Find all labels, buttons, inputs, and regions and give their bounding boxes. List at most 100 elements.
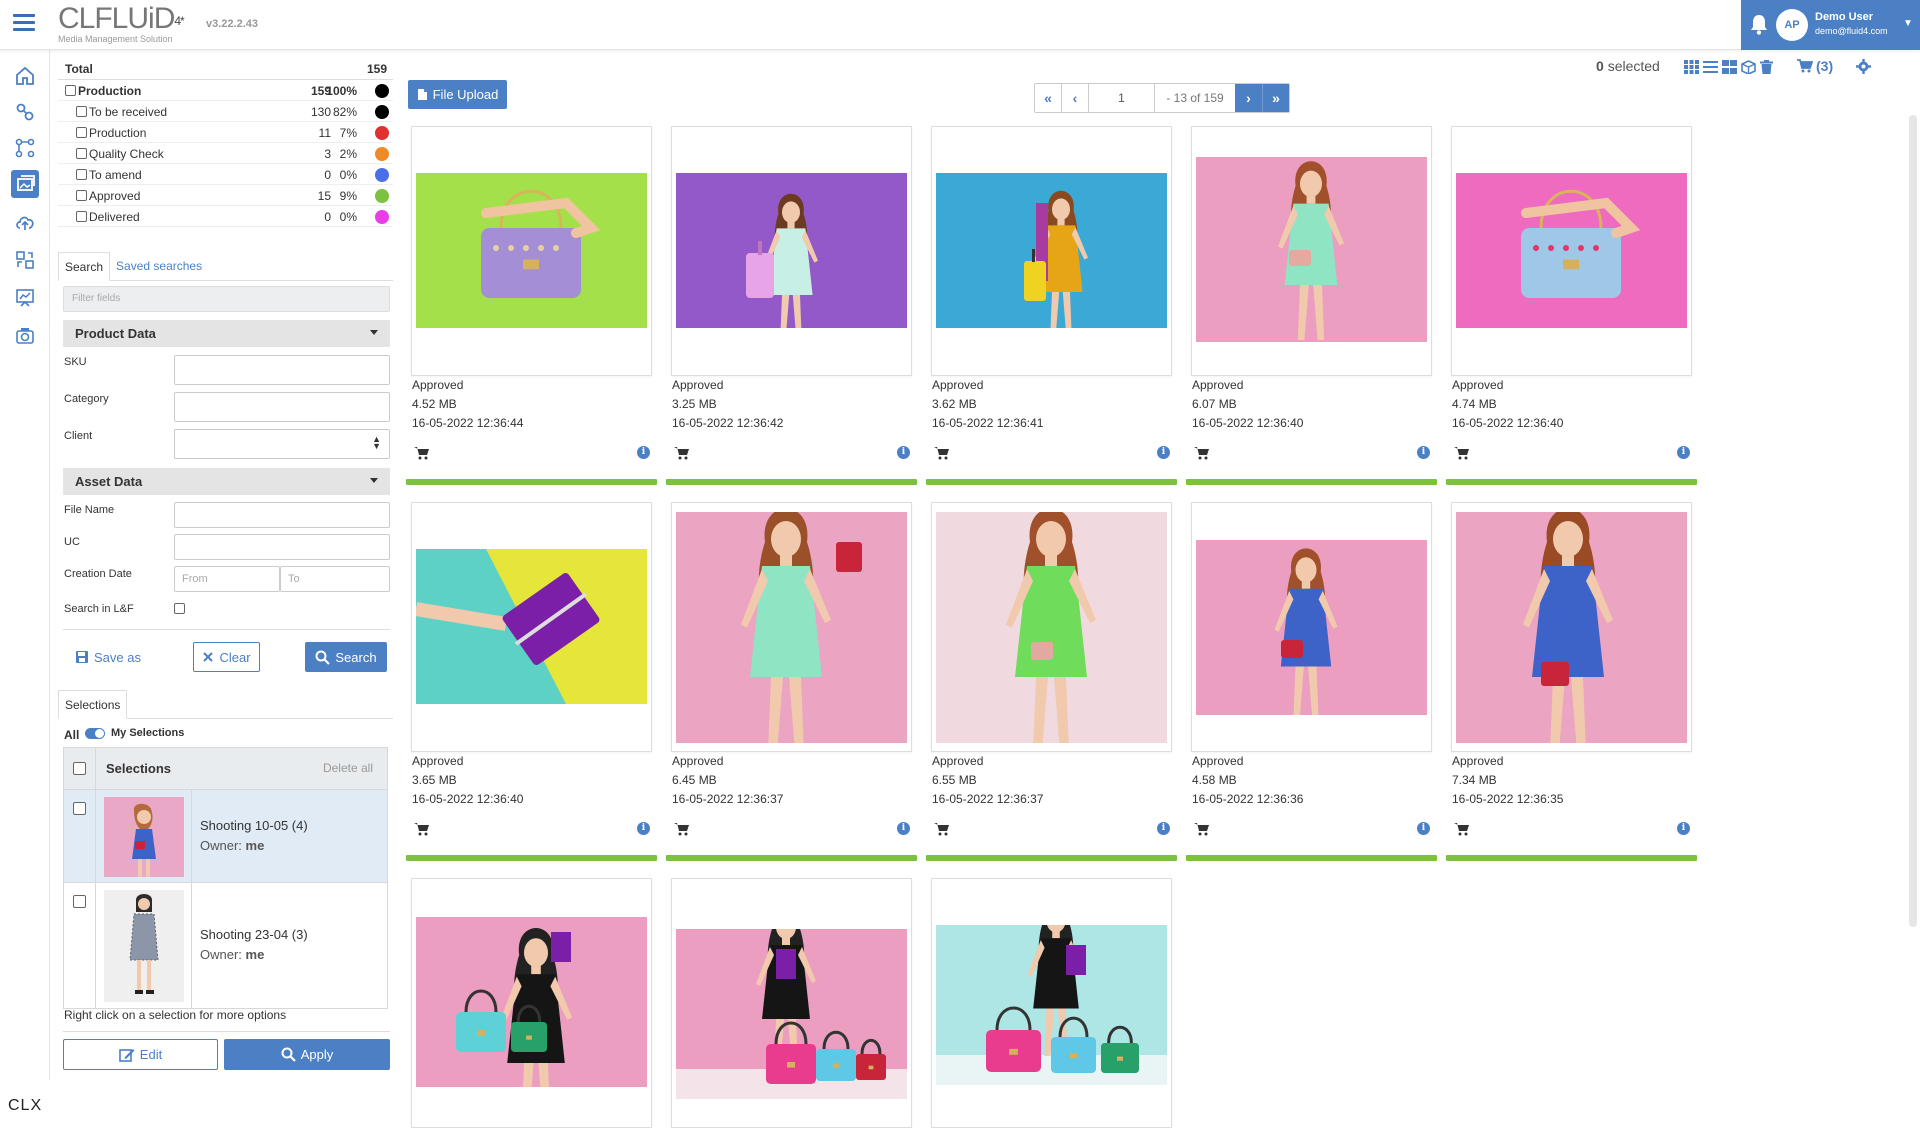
chevron-down-icon[interactable]: ▼ bbox=[1903, 18, 1913, 29]
status-checkbox[interactable] bbox=[76, 148, 87, 159]
asset-thumbnail[interactable] bbox=[676, 512, 907, 743]
search-button[interactable]: Search bbox=[305, 642, 387, 672]
home-icon[interactable] bbox=[11, 62, 39, 90]
asset-thumbnail[interactable] bbox=[936, 173, 1167, 328]
tab-saved-searches[interactable]: Saved searches bbox=[110, 252, 208, 280]
grid-view-icon[interactable] bbox=[1684, 60, 1699, 74]
info-icon[interactable]: i bbox=[637, 446, 650, 459]
status-row[interactable]: Production 11 7% bbox=[58, 122, 393, 143]
asset-thumbnail[interactable] bbox=[1456, 512, 1687, 743]
client-select[interactable]: ▲ ▼ bbox=[174, 429, 390, 459]
sku-input[interactable] bbox=[174, 355, 390, 385]
info-icon[interactable]: i bbox=[1157, 822, 1170, 835]
add-to-cart-icon[interactable] bbox=[1454, 446, 1470, 460]
menu-icon[interactable] bbox=[13, 14, 35, 34]
my-selections-toggle[interactable] bbox=[85, 728, 105, 739]
status-row[interactable]: Delivered 0 0% bbox=[58, 206, 393, 227]
list-view-icon[interactable] bbox=[1703, 60, 1718, 74]
asset-thumbnail[interactable] bbox=[416, 917, 647, 1087]
add-to-cart-icon[interactable] bbox=[674, 446, 690, 460]
cloud-upload-icon[interactable] bbox=[11, 208, 39, 236]
selection-checkbox[interactable] bbox=[73, 802, 86, 815]
gear-icon[interactable] bbox=[1856, 59, 1871, 74]
last-page-button[interactable]: » bbox=[1262, 84, 1289, 112]
status-checkbox[interactable] bbox=[76, 190, 87, 201]
add-to-cart-icon[interactable] bbox=[414, 822, 430, 836]
selection-row[interactable]: Shooting 10-05 (4) Owner: me bbox=[64, 790, 387, 883]
add-to-cart-icon[interactable] bbox=[414, 446, 430, 460]
asset-thumbnail[interactable] bbox=[1196, 157, 1427, 342]
asset-thumbnail[interactable] bbox=[936, 925, 1167, 1085]
uc-input[interactable] bbox=[174, 534, 390, 560]
tab-selections[interactable]: Selections bbox=[58, 690, 128, 719]
status-checkbox[interactable] bbox=[76, 127, 87, 138]
apply-button[interactable]: Apply bbox=[224, 1039, 390, 1070]
info-icon[interactable]: i bbox=[897, 446, 910, 459]
status-checkbox[interactable] bbox=[76, 169, 87, 180]
asset-card[interactable] bbox=[671, 878, 912, 1128]
user-menu[interactable]: AP Demo User demo@fluid4.com ▼ bbox=[1741, 0, 1920, 50]
asset-card[interactable] bbox=[1451, 502, 1692, 752]
selection-row[interactable]: Shooting 23-04 (3) Owner: me bbox=[64, 883, 387, 1008]
info-icon[interactable]: i bbox=[1157, 446, 1170, 459]
media-library-icon[interactable] bbox=[11, 170, 39, 198]
asset-card[interactable] bbox=[671, 502, 912, 752]
status-row[interactable]: To be received 130 82% bbox=[58, 101, 393, 122]
add-to-cart-icon[interactable] bbox=[934, 822, 950, 836]
category-input[interactable] bbox=[174, 392, 390, 422]
box-icon[interactable] bbox=[1741, 60, 1756, 74]
page-input[interactable]: 1 bbox=[1089, 84, 1155, 112]
asset-card[interactable] bbox=[931, 878, 1172, 1128]
asset-thumbnail[interactable] bbox=[416, 549, 647, 704]
save-as-button[interactable]: Save as bbox=[68, 642, 148, 672]
edit-button[interactable]: Edit bbox=[63, 1039, 218, 1070]
add-to-cart-icon[interactable] bbox=[1194, 822, 1210, 836]
asset-thumbnail[interactable] bbox=[1196, 540, 1427, 715]
add-to-cart-icon[interactable] bbox=[1454, 822, 1470, 836]
asset-card[interactable] bbox=[411, 502, 652, 752]
info-icon[interactable]: i bbox=[1677, 822, 1690, 835]
asset-card[interactable] bbox=[411, 878, 652, 1128]
avatar[interactable]: AP bbox=[1776, 9, 1808, 41]
asset-thumbnail[interactable] bbox=[676, 173, 907, 328]
status-row[interactable]: To amend 0 0% bbox=[58, 164, 393, 185]
workflow-icon[interactable] bbox=[11, 134, 39, 162]
file-name-input[interactable] bbox=[174, 502, 390, 528]
asset-thumbnail[interactable] bbox=[676, 929, 907, 1099]
info-icon[interactable]: i bbox=[1677, 446, 1690, 459]
search-lf-checkbox[interactable] bbox=[174, 603, 185, 614]
add-to-cart-icon[interactable] bbox=[674, 822, 690, 836]
large-grid-icon[interactable] bbox=[1722, 60, 1737, 74]
asset-thumbnail[interactable] bbox=[416, 173, 647, 328]
trash-icon[interactable] bbox=[1760, 60, 1773, 74]
asset-card[interactable] bbox=[1191, 502, 1432, 752]
asset-data-section[interactable]: Asset Data bbox=[63, 468, 390, 495]
camera-icon[interactable] bbox=[11, 322, 39, 350]
date-from-input[interactable]: From bbox=[174, 566, 280, 592]
next-page-button[interactable]: › bbox=[1235, 84, 1262, 112]
bell-icon[interactable] bbox=[1749, 14, 1769, 36]
asset-card[interactable] bbox=[411, 126, 652, 376]
filter-fields-input[interactable]: Filter fields bbox=[63, 286, 390, 312]
status-checkbox[interactable] bbox=[76, 211, 87, 222]
transfer-icon[interactable] bbox=[11, 246, 39, 274]
status-row[interactable]: Approved 15 9% bbox=[58, 185, 393, 206]
cart-button[interactable]: (3) bbox=[1797, 58, 1833, 74]
asset-card[interactable] bbox=[931, 126, 1172, 376]
status-checkbox[interactable] bbox=[76, 106, 87, 117]
info-icon[interactable]: i bbox=[1417, 822, 1430, 835]
app-logo[interactable]: CLFLUiD4* Media Management Solution bbox=[58, 4, 208, 45]
info-icon[interactable]: i bbox=[1417, 446, 1430, 459]
asset-thumbnail[interactable] bbox=[1456, 173, 1687, 328]
reports-icon[interactable] bbox=[11, 284, 39, 312]
asset-card[interactable] bbox=[1451, 126, 1692, 376]
selection-checkbox[interactable] bbox=[73, 895, 86, 908]
asset-card[interactable] bbox=[671, 126, 912, 376]
first-page-button[interactable]: « bbox=[1035, 84, 1062, 112]
info-icon[interactable]: i bbox=[637, 822, 650, 835]
status-checkbox[interactable] bbox=[65, 85, 76, 96]
clear-button[interactable]: Clear bbox=[193, 642, 260, 672]
status-row[interactable]: Quality Check 3 2% bbox=[58, 143, 393, 164]
add-to-cart-icon[interactable] bbox=[1194, 446, 1210, 460]
scrollbar[interactable] bbox=[1909, 115, 1917, 927]
